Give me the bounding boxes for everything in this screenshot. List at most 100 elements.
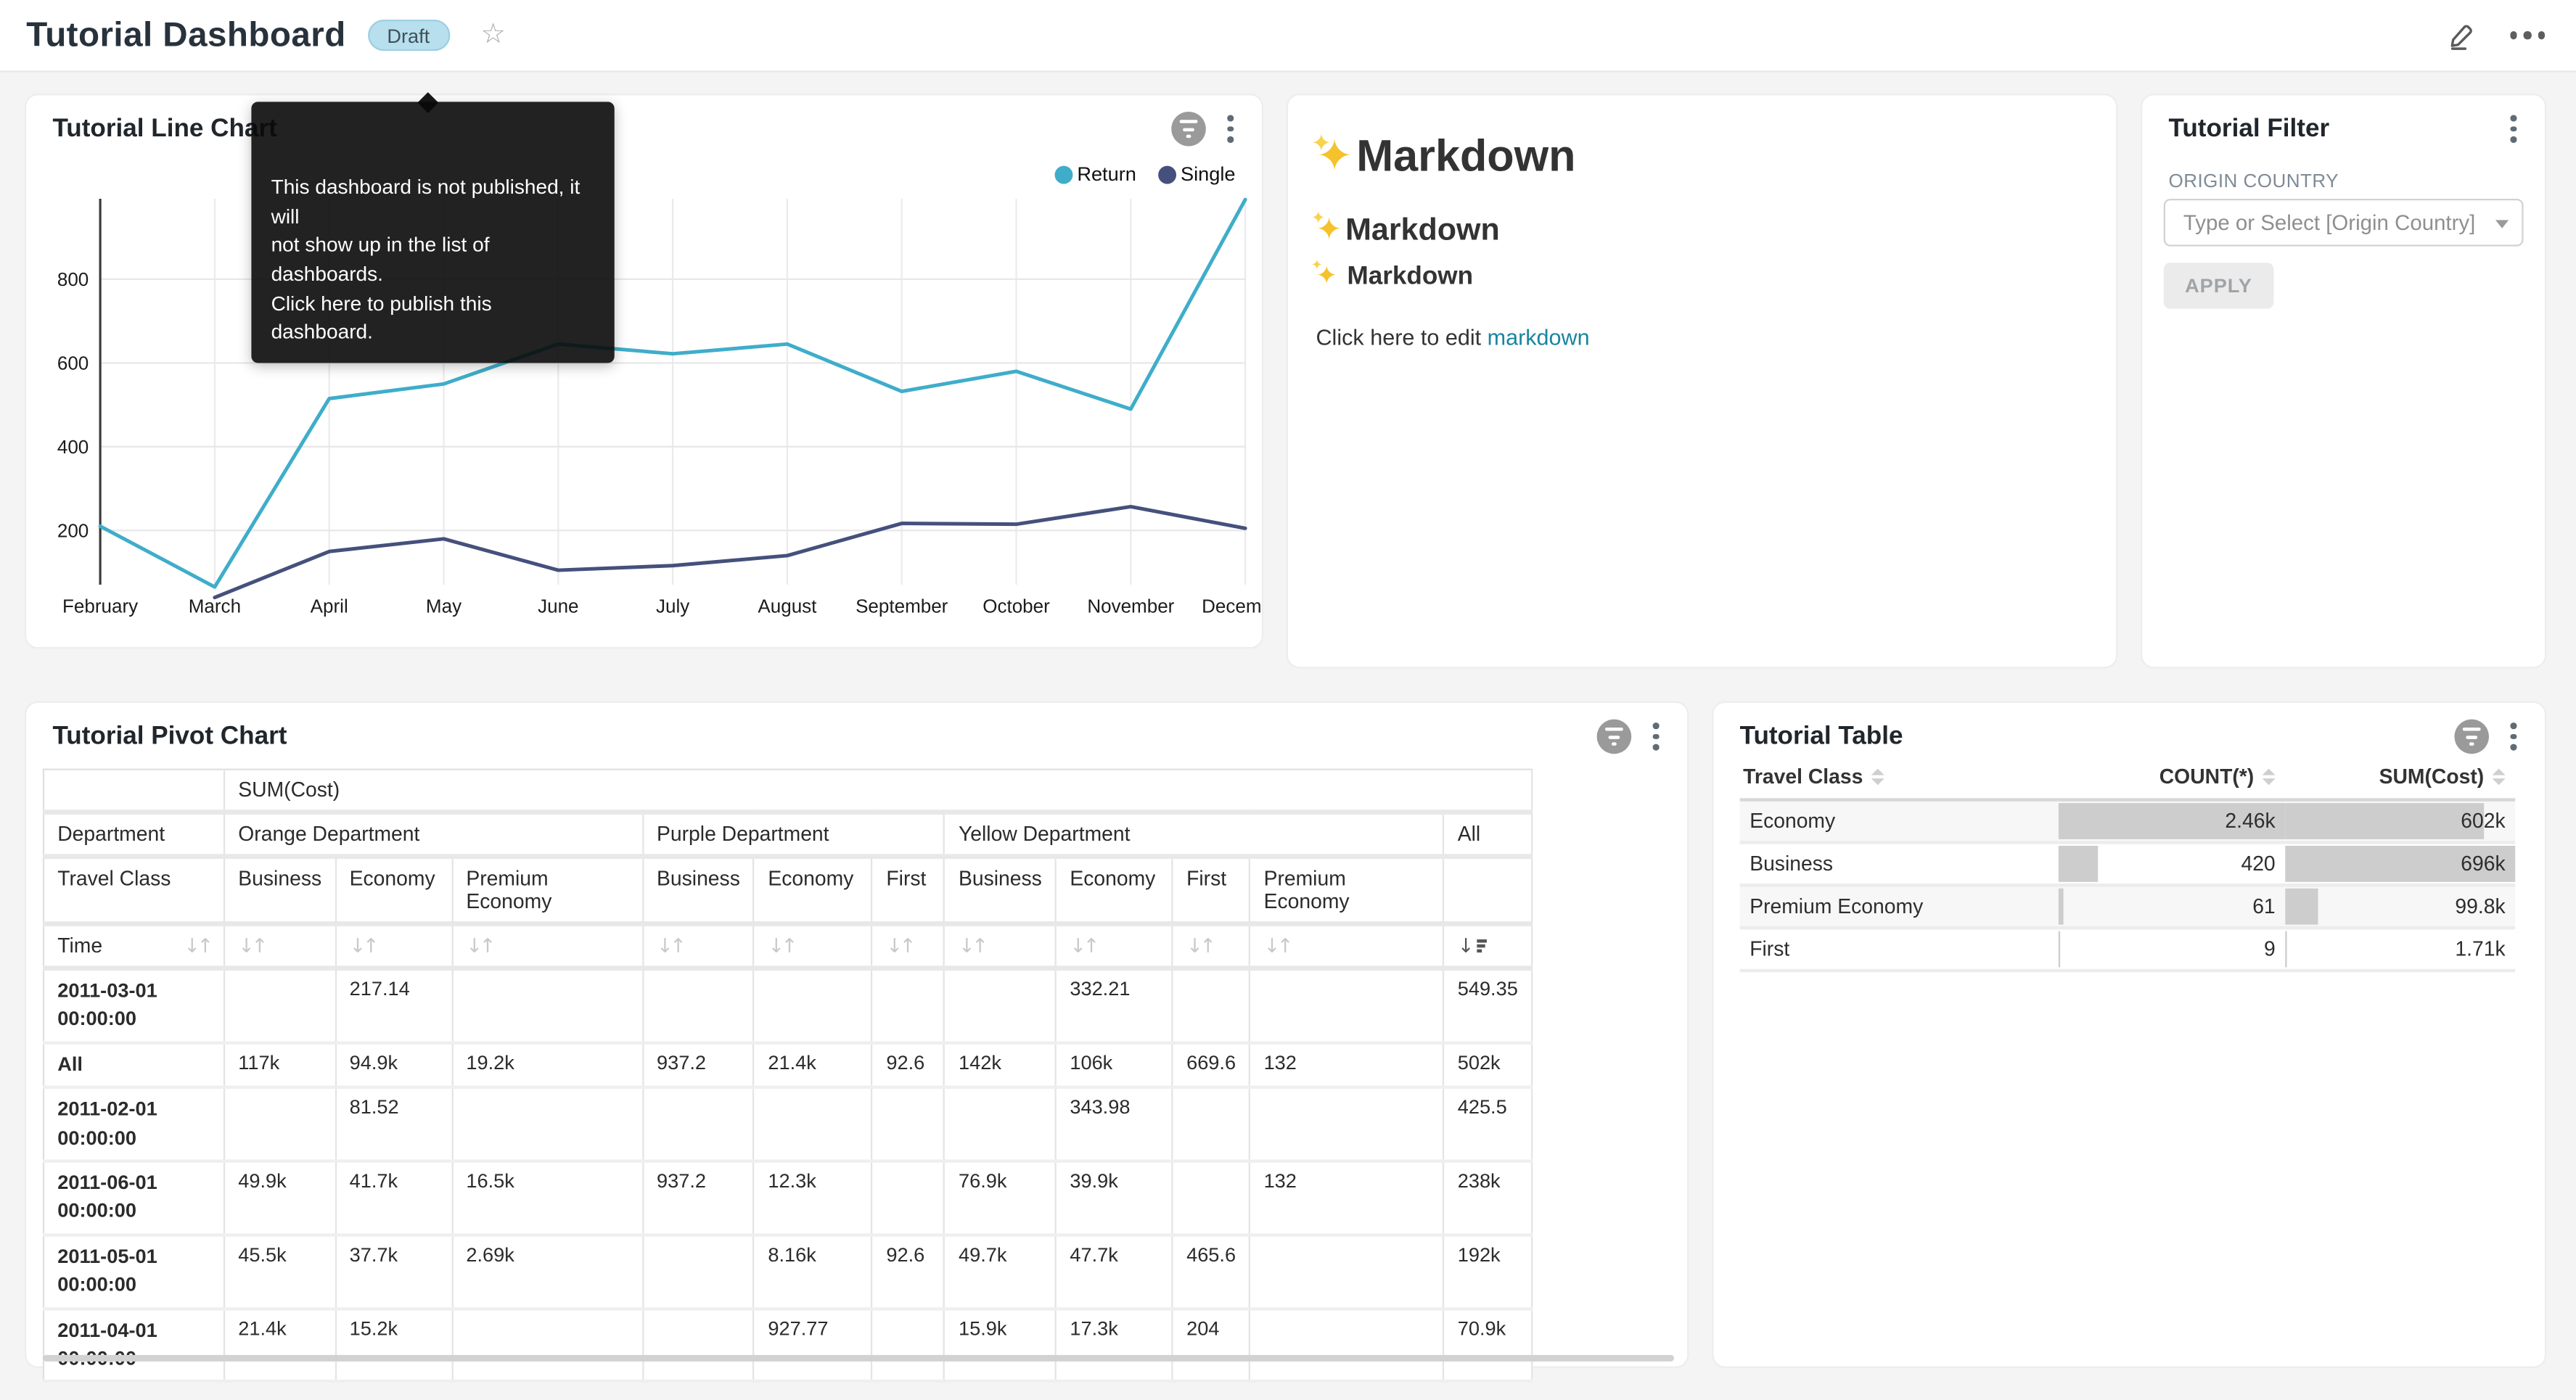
pivot-value-cell xyxy=(754,1087,872,1161)
pivot-value-cell: 16.5k xyxy=(452,1161,643,1235)
pivot-value-cell: 15.9k xyxy=(945,1308,1056,1381)
panel-menu-icon[interactable] xyxy=(2506,720,2522,754)
pivot-sorter-cell: ↓↑ xyxy=(1173,924,1250,968)
pivot-sorter-cell: ↓↑ xyxy=(754,924,872,968)
pivot-value-cell: 70.9k xyxy=(1443,1308,1532,1381)
x-axis-label: November xyxy=(1087,595,1174,617)
edit-dashboard-icon[interactable] xyxy=(2445,20,2475,50)
panel-menu-icon[interactable] xyxy=(2506,112,2522,147)
pivot-value-cell xyxy=(452,1308,643,1381)
pivot-value-cell: 132 xyxy=(1250,1042,1443,1087)
origin-country-select[interactable]: Type or Select [Origin Country] xyxy=(2164,199,2524,247)
markdown-heading-3: ✦✦Markdown xyxy=(1316,261,1473,292)
apply-button[interactable]: APPLY xyxy=(2164,263,2273,308)
table-column-header-travel-class[interactable]: Travel Class xyxy=(1740,757,2059,800)
edit-markdown-link[interactable]: markdown xyxy=(1488,325,1590,350)
pivot-value-cell: 81.52 xyxy=(335,1087,452,1161)
svg-text:200: 200 xyxy=(57,519,89,541)
table-column-header-sum-cost-[interactable]: SUM(Cost) xyxy=(2285,757,2515,800)
sort-toggle-icon[interactable]: ↓↑ xyxy=(1264,934,1290,958)
table-row: Business420696k xyxy=(1740,842,2516,885)
pivot-value-cell: 8.16k xyxy=(754,1235,872,1308)
pivot-value-cell: 92.6 xyxy=(872,1042,945,1087)
legend-item-return[interactable]: Return xyxy=(1054,162,1136,186)
pivot-time-label: Time xyxy=(57,934,102,958)
cross-filter-badge-icon[interactable] xyxy=(1172,112,1207,147)
pivot-sorter-cell: ↓↑ xyxy=(1250,924,1443,968)
sort-toggle-icon[interactable]: ↓↑ xyxy=(657,934,683,958)
sort-toggle-icon[interactable]: ↓↑ xyxy=(959,934,985,958)
sort-descending-active-icon[interactable]: ↓ xyxy=(1458,934,1488,958)
pivot-value-cell xyxy=(643,1308,754,1381)
pivot-sorter-cell: ↓↑ xyxy=(452,924,643,968)
pivot-row-header: 2011-05-01 00:00:00 xyxy=(44,1235,224,1308)
table-row: First91.71k xyxy=(1740,928,2516,971)
pivot-data-row: 2011-06-01 00:00:0049.9k41.7k16.5k937.21… xyxy=(44,1161,1532,1235)
pivot-value-cell xyxy=(643,1235,754,1308)
pivot-value-cell xyxy=(945,1087,1056,1161)
pivot-data-row: 2011-05-01 00:00:0045.5k37.7k2.69k8.16k9… xyxy=(44,1235,1532,1308)
dashboard-page: Tutorial Dashboard Draft ☆ This dashboar… xyxy=(0,0,2576,1400)
pivot-value-cell xyxy=(643,968,754,1043)
sort-toggle-icon[interactable]: ↓↑ xyxy=(886,934,912,958)
pivot-value-cell xyxy=(224,1087,335,1161)
legend-item-single[interactable]: Single xyxy=(1157,162,1235,186)
sort-toggle-icon[interactable]: ↓↑ xyxy=(466,934,492,958)
x-axis-label: February xyxy=(62,595,138,617)
sort-toggle-icon[interactable]: ↓↑ xyxy=(1186,934,1213,958)
pivot-column-header: Premium Economy xyxy=(1250,857,1443,924)
horizontal-scrollbar[interactable] xyxy=(43,1355,1674,1362)
pivot-value-cell: 465.6 xyxy=(1173,1235,1250,1308)
pivot-column-header: Business xyxy=(643,857,754,924)
panel-menu-icon[interactable] xyxy=(1223,112,1239,147)
pivot-department-label: Department xyxy=(44,812,224,857)
sparkles-icon: ✦✦ xyxy=(1316,212,1342,248)
table-column-header-count-[interactable]: COUNT(*) xyxy=(2059,757,2285,800)
pivot-chart-panel: Tutorial Pivot Chart SUM(Cost)Department… xyxy=(25,701,1689,1368)
table-panel: Tutorial Table Travel ClassCOUNT(*)SUM(C… xyxy=(1712,701,2546,1368)
sort-toggle-icon[interactable]: ↓↑ xyxy=(1070,934,1096,958)
svg-text:600: 600 xyxy=(57,352,89,374)
x-axis-label: July xyxy=(656,595,689,617)
pivot-value-cell: 21.4k xyxy=(224,1308,335,1381)
sort-toggle-icon[interactable]: ↓↑ xyxy=(768,934,794,958)
sort-toggle-icon[interactable]: ↓↑ xyxy=(350,934,376,958)
pivot-value-cell xyxy=(1250,1087,1443,1161)
more-options-icon[interactable] xyxy=(2509,32,2545,39)
pivot-value-cell: 15.2k xyxy=(335,1308,452,1381)
travel-class-cell: Business xyxy=(1740,842,2059,885)
pivot-value-cell xyxy=(1173,1161,1250,1235)
x-axis-label: May xyxy=(426,595,462,617)
markdown-panel: ✦✦Markdown ✦✦Markdown ✦✦Markdown Click h… xyxy=(1287,94,2118,668)
legend-label: Single xyxy=(1181,162,1236,186)
sort-carets-icon xyxy=(1871,769,1884,786)
pivot-sorter-cell: ↓↑ xyxy=(224,924,335,968)
sort-toggle-icon[interactable]: ↓↑ xyxy=(238,934,264,958)
pivot-value-cell: 17.3k xyxy=(1056,1308,1173,1381)
panel-menu-icon[interactable] xyxy=(1648,720,1664,754)
cross-filter-badge-icon[interactable] xyxy=(1597,720,1632,754)
pivot-value-cell: 204 xyxy=(1173,1308,1250,1381)
favorite-star-icon[interactable]: ☆ xyxy=(480,21,506,49)
pivot-value-cell xyxy=(643,1087,754,1161)
pivot-value-cell xyxy=(945,968,1056,1043)
pivot-group-header: All xyxy=(1443,812,1532,857)
series-line-single[interactable] xyxy=(215,506,1245,597)
chart-legend: Return Single xyxy=(1054,162,1236,186)
pivot-value-cell: 76.9k xyxy=(945,1161,1056,1235)
pivot-data-row: All117k94.9k19.2k937.221.4k92.6142k106k6… xyxy=(44,1042,1532,1087)
pivot-value-cell: 332.21 xyxy=(1056,968,1173,1043)
pivot-table: SUM(Cost)DepartmentOrange DepartmentPurp… xyxy=(43,769,1533,1383)
draft-status-badge[interactable]: Draft xyxy=(367,20,449,51)
travel-class-cell: Economy xyxy=(1740,800,2059,843)
sort-toggle-icon[interactable]: ↓↑ xyxy=(184,934,210,958)
count-cell: 2.46k xyxy=(2059,800,2285,843)
pivot-group-header: Orange Department xyxy=(224,812,643,857)
cell-bar xyxy=(2059,889,2064,925)
page-title: Tutorial Dashboard xyxy=(26,16,345,55)
pivot-value-cell: 106k xyxy=(1056,1042,1173,1087)
cell-bar xyxy=(2285,931,2286,968)
table-container: Travel ClassCOUNT(*)SUM(Cost) Economy2.46… xyxy=(1740,757,2516,973)
cross-filter-badge-icon[interactable] xyxy=(2455,720,2490,754)
pivot-value-cell: 117k xyxy=(224,1042,335,1087)
